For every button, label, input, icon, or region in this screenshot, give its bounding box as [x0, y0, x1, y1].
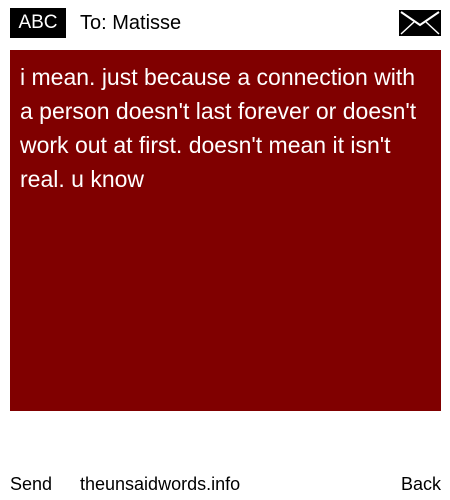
input-mode-badge[interactable]: ABC	[10, 8, 66, 38]
message-text: i mean. just because a connection with a…	[20, 64, 417, 192]
site-label: theunsaidwords.info	[80, 474, 241, 494]
back-button[interactable]: Back	[401, 470, 441, 498]
message-body[interactable]: i mean. just because a connection with a…	[10, 50, 441, 411]
message-screen: ABC To: Matisse i mean. just because a c…	[0, 0, 450, 500]
recipient-field[interactable]: To: Matisse	[80, 8, 181, 38]
envelope-icon	[399, 10, 441, 36]
send-button[interactable]: Send	[10, 470, 52, 498]
softkey-bar: Send theunsaidwords.info Back	[0, 470, 450, 498]
message-header: ABC To: Matisse	[0, 0, 450, 46]
